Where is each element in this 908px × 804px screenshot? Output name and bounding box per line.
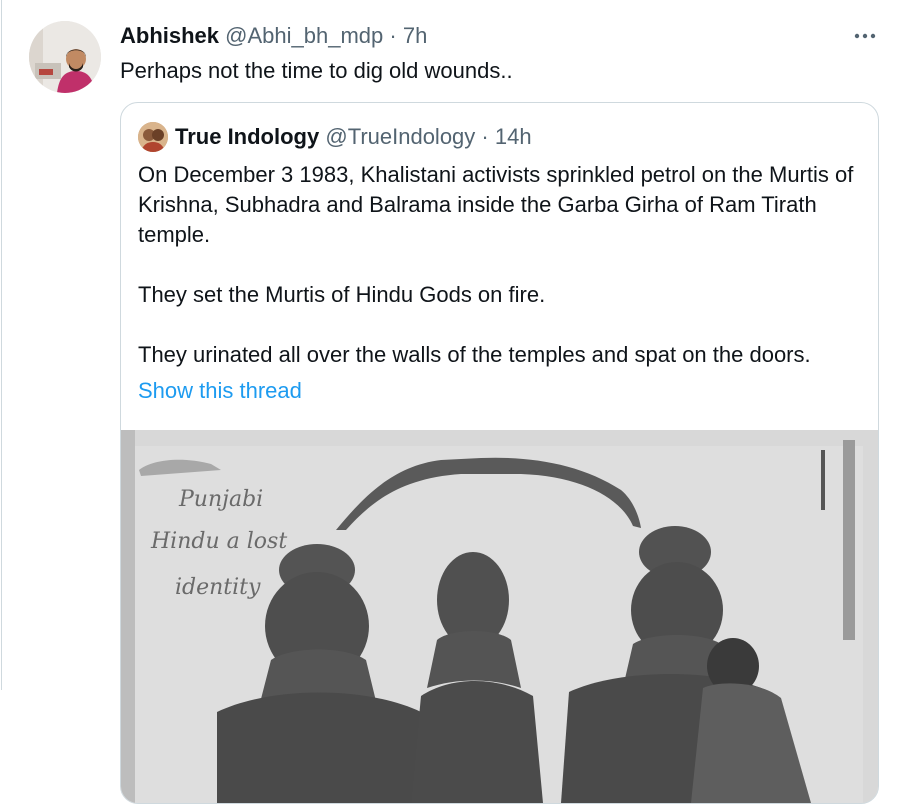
quoted-paragraph: They urinated all over the walls of the … — [138, 342, 811, 367]
timeline-divider — [1, 0, 2, 690]
user-avatar-photo-icon — [29, 21, 101, 93]
quoted-header-separator: · — [481, 124, 489, 149]
tweet-header: Abhishek @Abhi_bh_mdp · 7h — [120, 22, 427, 50]
quoted-author-handle[interactable]: @TrueIndology — [325, 124, 475, 149]
header-separator: · — [389, 23, 397, 48]
tweet-timestamp[interactable]: 7h — [403, 23, 427, 48]
quoted-paragraph: On December 3 1983, Khalistani activists… — [138, 162, 854, 247]
quoted-tweet-text: On December 3 1983, Khalistani activists… — [138, 160, 863, 370]
author-handle[interactable]: @Abhi_bh_mdp — [225, 23, 383, 48]
author-avatar[interactable] — [29, 21, 101, 93]
show-thread-link[interactable]: Show this thread — [138, 376, 302, 406]
author-name[interactable]: Abhishek — [120, 23, 219, 48]
quoted-tweet-header: True Indology @TrueIndology · 14h — [175, 122, 532, 152]
temple-murtis-photo-icon: Punjabi Hindu a lost identity — [121, 430, 878, 803]
photo-overlay-line: Hindu a lost — [150, 529, 287, 554]
more-options-button[interactable] — [851, 24, 879, 48]
quoted-author-name[interactable]: True Indology — [175, 124, 319, 149]
more-options-icon — [854, 33, 876, 39]
tweet-text: Perhaps not the time to dig old wounds.. — [120, 58, 513, 83]
quoted-tweet[interactable]: True Indology @TrueIndology · 14h On Dec… — [120, 102, 879, 804]
quoted-avatar-photo-icon — [138, 122, 168, 152]
quoted-tweet-photo[interactable]: Punjabi Hindu a lost identity — [121, 430, 878, 803]
photo-overlay-line: identity — [175, 575, 261, 600]
quoted-tweet-timestamp[interactable]: 14h — [495, 124, 532, 149]
photo-overlay-line: Punjabi — [178, 487, 263, 512]
quoted-author-avatar[interactable] — [138, 122, 168, 152]
quoted-paragraph: They set the Murtis of Hindu Gods on fir… — [138, 282, 546, 307]
